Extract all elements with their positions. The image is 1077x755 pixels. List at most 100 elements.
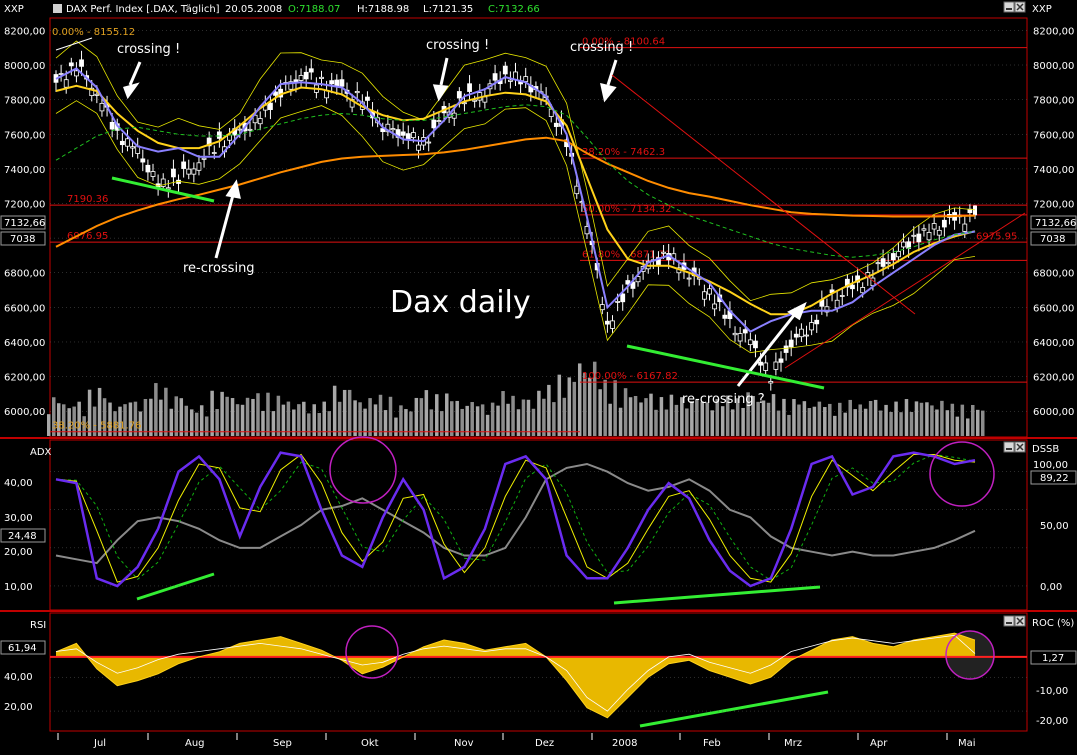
price-candle-body — [661, 251, 666, 254]
volume-bar — [919, 402, 924, 436]
price-candle-body — [885, 261, 891, 265]
volume-bar — [409, 411, 413, 436]
price-candle-body — [165, 187, 171, 190]
volume-bar — [225, 396, 229, 436]
volume-bar — [286, 401, 291, 436]
x-label-mrz: Mrz — [784, 738, 802, 749]
volume-bar — [792, 399, 796, 436]
volume-bar — [909, 411, 914, 436]
price-candle-body — [839, 295, 845, 297]
x-label-mai: Mai — [958, 738, 976, 749]
price-candle-body — [79, 59, 84, 67]
volume-bar — [807, 408, 812, 436]
volume-bar — [388, 396, 393, 436]
price-right-badge-close: 7132,66 — [1035, 218, 1076, 229]
price-right-tick: 8200,00 — [1033, 26, 1074, 37]
volume-bar — [542, 398, 546, 436]
volume-bar — [537, 390, 541, 436]
price-candle-body — [319, 76, 324, 79]
price-candle-body — [211, 152, 217, 154]
price-candle-body — [702, 291, 707, 300]
volume-bar — [649, 393, 653, 436]
volume-bar — [776, 410, 781, 436]
price-candle-body — [732, 332, 738, 336]
price-candle-body — [742, 329, 748, 334]
volume-bar — [256, 393, 260, 436]
price-candle-body — [523, 76, 529, 82]
price-candle-body — [916, 233, 922, 243]
stoch-left-tick-40: 40,00 — [4, 478, 33, 489]
price-left-tick: 6600,00 — [4, 303, 45, 314]
price-candle-body — [196, 162, 202, 171]
volume-bar — [440, 411, 444, 436]
minimize-icon[interactable] — [1003, 441, 1015, 453]
price-candle-body — [58, 73, 64, 75]
volume-bar — [342, 389, 347, 436]
header-date: 20.05.2008 — [225, 4, 282, 15]
price-right-tick: 7200,00 — [1033, 199, 1074, 210]
volume-bar — [628, 397, 633, 436]
stoch-left-badge: 24,48 — [8, 531, 37, 542]
price-candle-body — [365, 96, 370, 101]
price-right-tick: 6000,00 — [1033, 407, 1074, 418]
stoch-right-title: DSSB — [1032, 444, 1059, 455]
volume-bar — [154, 383, 158, 436]
volume-bar — [603, 379, 607, 436]
volume-bar — [654, 409, 658, 436]
price-left-tick: 8000,00 — [4, 61, 45, 72]
close-icon[interactable] — [1014, 1, 1026, 13]
close-icon[interactable] — [1014, 441, 1026, 453]
price-candle-body — [456, 91, 462, 99]
price-candle-body — [68, 62, 74, 67]
dax-chart: XXP XXP DAX Perf. Index [.DAX, Täglich] … — [0, 0, 1077, 751]
volume-bar — [817, 401, 822, 436]
volume-bar — [966, 418, 970, 436]
price-candle-body — [150, 171, 156, 177]
close-icon[interactable] — [1014, 615, 1026, 627]
volume-bar — [669, 394, 674, 436]
price-candle-body — [758, 361, 763, 366]
volume-bar — [899, 412, 903, 436]
stoch-right-tick-50: 50,00 — [1040, 521, 1069, 532]
volume-bar — [424, 390, 429, 436]
annotation-crossing-1: crossing ! — [117, 42, 180, 57]
price-candle-body — [329, 80, 335, 85]
price-left-tick: 8200,00 — [4, 26, 45, 37]
volume-bar — [204, 416, 209, 436]
price-candle-body — [778, 358, 784, 363]
volume-bar — [618, 407, 623, 436]
volume-bar — [950, 403, 955, 436]
price-right-tick: 6200,00 — [1033, 373, 1074, 384]
price-candle-body — [936, 229, 942, 236]
volume-bar — [833, 415, 837, 436]
volume-bar — [251, 398, 255, 436]
price-candle-body — [880, 258, 886, 267]
volume-bar — [904, 399, 909, 436]
volume-bar — [347, 389, 352, 436]
minimize-icon[interactable] — [1003, 1, 1015, 13]
price-candle-body — [768, 381, 774, 384]
price-candle-body — [620, 293, 626, 303]
price-candle-body — [145, 164, 151, 173]
price-candle-body — [962, 223, 968, 232]
price-candle-body — [901, 241, 906, 248]
price-candle-body — [507, 79, 513, 82]
volume-bar — [562, 397, 567, 436]
volume-bar — [450, 401, 454, 436]
price-candle-body — [303, 71, 309, 80]
price-candle-body — [513, 71, 518, 80]
fib-label-6: 50.00% - 7134.32 — [582, 204, 671, 215]
volume-bar — [271, 411, 276, 436]
price-right-tick: 6400,00 — [1033, 338, 1074, 349]
volume-bar — [633, 395, 638, 436]
minimize-icon[interactable] — [1003, 615, 1015, 627]
volume-bar — [322, 401, 326, 436]
volume-bar — [435, 394, 439, 436]
volume-bar — [889, 411, 893, 436]
price-candle-body — [875, 262, 881, 265]
volume-bar — [705, 402, 710, 436]
volume-bar — [307, 413, 311, 436]
volume-bar — [863, 408, 868, 436]
price-candle-body — [201, 157, 207, 160]
volume-bar — [853, 409, 857, 436]
